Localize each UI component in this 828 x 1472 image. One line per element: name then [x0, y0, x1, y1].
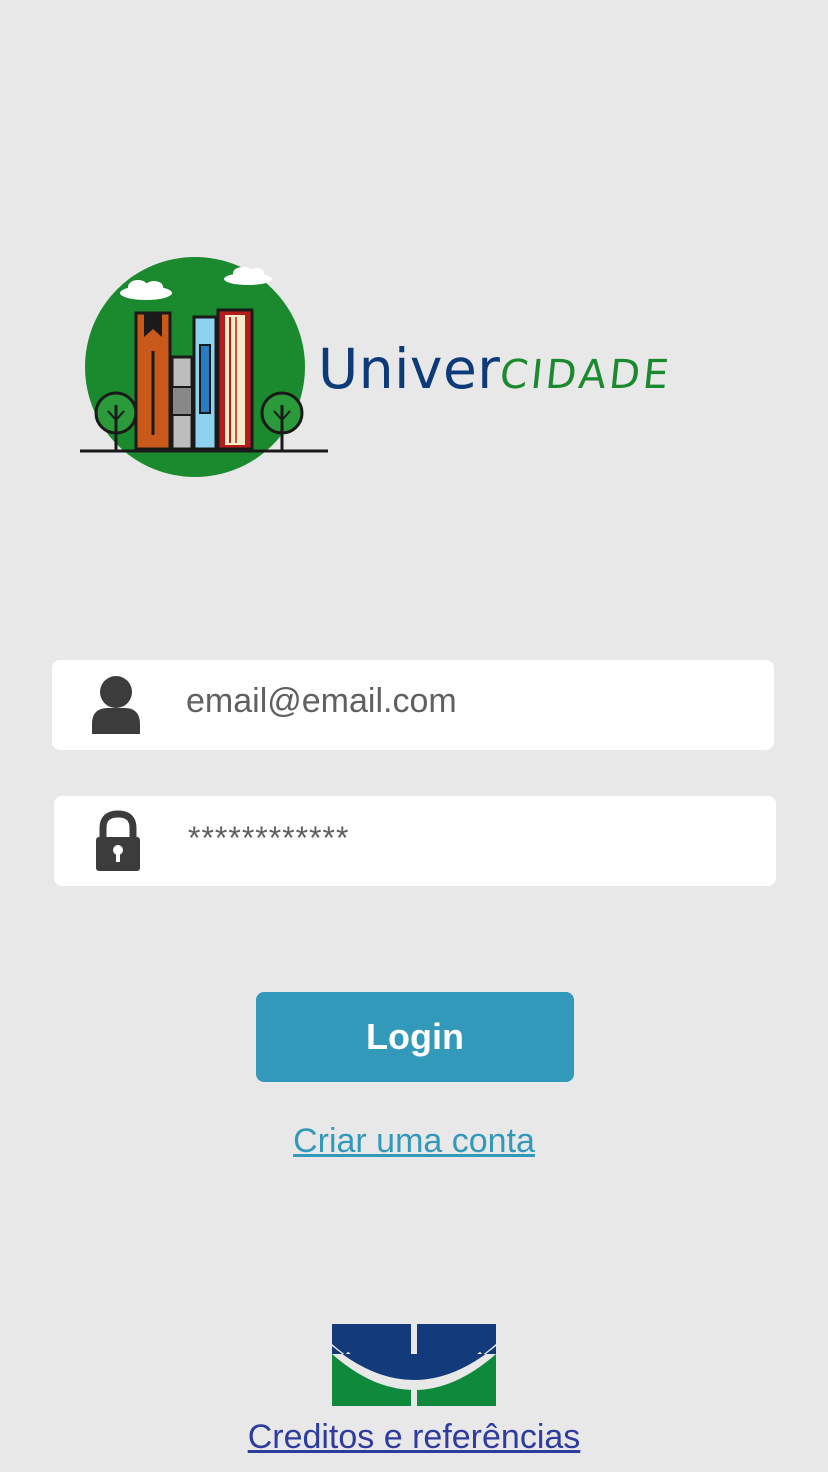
lock-icon [90, 810, 146, 872]
email-input[interactable]: email@email.com [186, 682, 457, 721]
logo-word-cidade: CIDADE [497, 352, 675, 398]
email-field[interactable]: email@email.com [52, 660, 774, 750]
app-logo-wordmark: UniverCIDADE [318, 337, 675, 401]
books-logo-icon [80, 257, 328, 477]
app-logo: UniverCIDADE [78, 255, 778, 485]
password-input[interactable]: ************ [188, 820, 349, 857]
password-field[interactable]: ************ [54, 796, 776, 886]
credits-link[interactable]: Creditos e referências [0, 1418, 828, 1457]
user-icon [88, 674, 144, 736]
logo-word-univer: Univer [318, 337, 501, 401]
unb-logo [332, 1324, 496, 1406]
login-button[interactable]: Login [256, 992, 574, 1082]
create-account-link[interactable]: Criar uma conta [0, 1122, 828, 1161]
